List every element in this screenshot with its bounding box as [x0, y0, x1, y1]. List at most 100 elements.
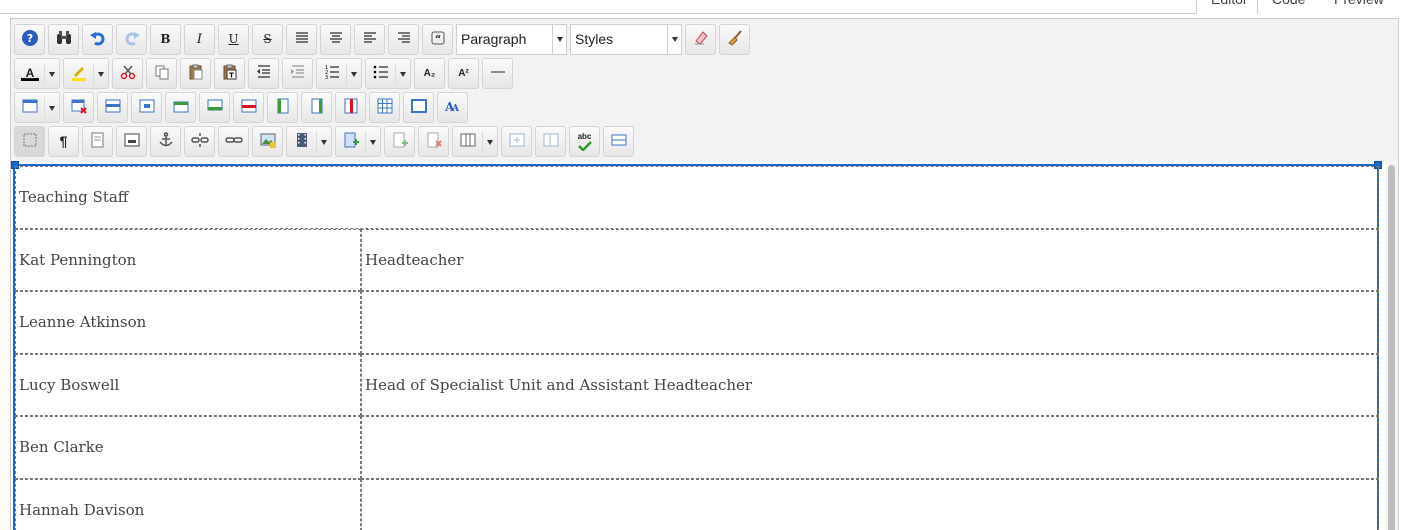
styles-select[interactable]: Styles: [570, 23, 682, 55]
cell-properties-button[interactable]: [131, 91, 162, 123]
insert-template-button[interactable]: [82, 125, 113, 157]
superscript-button[interactable]: A²: [448, 57, 479, 89]
vertical-scrollbar[interactable]: [1385, 161, 1398, 530]
spellcheck-button[interactable]: abc: [569, 125, 600, 157]
copy-button[interactable]: [146, 57, 177, 89]
table-button[interactable]: [14, 91, 60, 123]
columns-button[interactable]: [452, 125, 498, 157]
format-select[interactable]: Paragraph: [456, 23, 567, 55]
table-icon: [21, 97, 39, 118]
staff-role-cell[interactable]: [361, 416, 1379, 479]
align-right-button[interactable]: [388, 23, 419, 55]
help-icon: ?: [21, 29, 39, 50]
copy-icon: [153, 63, 171, 84]
bold-button[interactable]: B: [150, 23, 181, 55]
scrollbar-thumb[interactable]: [1388, 165, 1395, 530]
justify-button[interactable]: [286, 23, 317, 55]
anchor-button[interactable]: [150, 125, 181, 157]
redo-button[interactable]: [116, 23, 147, 55]
align-left-button[interactable]: [354, 23, 385, 55]
subscript-button[interactable]: A₂: [414, 57, 445, 89]
table-header-cell[interactable]: Teaching Staff: [15, 166, 1379, 229]
bulleted-list-button[interactable]: [365, 57, 411, 89]
table-row: Leanne Atkinson: [15, 291, 1379, 354]
italic-button[interactable]: I: [184, 23, 215, 55]
div-container-button[interactable]: [603, 125, 634, 157]
delete-table-button[interactable]: [63, 91, 94, 123]
insert-row-after-button[interactable]: [199, 91, 230, 123]
insert-form-button[interactable]: [116, 125, 147, 157]
blockquote-button[interactable]: “: [422, 23, 453, 55]
insert-page-break-button[interactable]: [384, 125, 415, 157]
insert-row-before-icon: [172, 97, 190, 118]
remove-format-button[interactable]: [685, 23, 716, 55]
insert-document-button[interactable]: [335, 125, 381, 157]
strikethrough-button[interactable]: S: [252, 23, 283, 55]
insert-row-after-icon: [206, 97, 224, 118]
redo-icon: [123, 29, 141, 50]
image-icon: [259, 131, 277, 152]
chevron-down-icon[interactable]: [552, 24, 566, 54]
align-center-button[interactable]: [320, 23, 351, 55]
numbered-list-button[interactable]: 123: [316, 57, 362, 89]
paste-button[interactable]: [180, 57, 211, 89]
show-blocks-button[interactable]: [14, 125, 45, 157]
staff-name-cell[interactable]: Leanne Atkinson: [15, 291, 361, 354]
staff-name-cell[interactable]: Lucy Boswell: [15, 353, 361, 416]
find-button[interactable]: [48, 23, 79, 55]
subscript-icon: A₂: [423, 67, 436, 79]
insert-column-right-button[interactable]: [535, 125, 566, 157]
font-color-button[interactable]: A: [14, 57, 60, 89]
split-cell-button[interactable]: [403, 91, 434, 123]
horizontal-rule-button[interactable]: [482, 57, 513, 89]
staff-role-cell[interactable]: Headteacher: [361, 228, 1379, 291]
table-row: Lucy Boswell Head of Specialist Unit and…: [15, 353, 1379, 416]
delete-column-button[interactable]: [335, 91, 366, 123]
delete-column-icon: [342, 97, 360, 118]
paste-icon: [187, 63, 205, 84]
outdent-button[interactable]: [248, 57, 279, 89]
eraser-icon: [692, 29, 710, 50]
styles-select-value: Styles: [575, 30, 614, 47]
tab-preview[interactable]: Preview: [1320, 0, 1408, 14]
link-button[interactable]: [218, 125, 249, 157]
staff-role-cell[interactable]: [361, 478, 1379, 530]
insert-media-button[interactable]: [286, 125, 332, 157]
insert-row-before-button[interactable]: [165, 91, 196, 123]
cut-button[interactable]: [112, 57, 143, 89]
binoculars-icon: [55, 29, 73, 50]
merge-cells-button[interactable]: [369, 91, 400, 123]
underline-button[interactable]: U: [218, 23, 249, 55]
insert-column-before-button[interactable]: [267, 91, 298, 123]
undo-button[interactable]: [82, 23, 113, 55]
paragraph-marks-button[interactable]: ¶: [48, 125, 79, 157]
staff-role-cell[interactable]: [361, 291, 1379, 354]
tab-editor[interactable]: Editor: [1196, 0, 1258, 14]
paste-text-button[interactable]: T: [214, 57, 245, 89]
insert-column-left-button[interactable]: [501, 125, 532, 157]
align-right-icon: [395, 29, 413, 50]
insert-image-button[interactable]: [252, 125, 283, 157]
align-left-icon: [361, 29, 379, 50]
staff-name-cell[interactable]: Kat Pennington: [15, 228, 361, 291]
staff-name-cell[interactable]: Ben Clarke: [15, 416, 361, 479]
spellcheck-icon: abc: [576, 131, 594, 152]
row-properties-button[interactable]: [97, 91, 128, 123]
highlight-color-button[interactable]: [63, 57, 109, 89]
tab-code[interactable]: Code: [1258, 0, 1320, 14]
unlink-button[interactable]: [184, 125, 215, 157]
delete-page-button[interactable]: [418, 125, 449, 157]
font-size-button[interactable]: AA: [437, 91, 468, 123]
staff-table[interactable]: Teaching Staff Kat Pennington Headteache…: [15, 166, 1379, 530]
staff-name-cell[interactable]: Hannah Davison: [15, 478, 361, 530]
cleanup-button[interactable]: [719, 23, 750, 55]
staff-role-cell[interactable]: Head of Specialist Unit and Assistant He…: [361, 353, 1379, 416]
insert-column-after-button[interactable]: [301, 91, 332, 123]
link-icon: [224, 131, 243, 152]
help-button[interactable]: ?: [14, 23, 45, 55]
spellcheck-label: abc: [577, 131, 592, 141]
delete-row-button[interactable]: [233, 91, 264, 123]
indent-button[interactable]: [282, 57, 313, 89]
editor-content-area[interactable]: Teaching Staff Kat Pennington Headteache…: [11, 161, 1398, 530]
chevron-down-icon[interactable]: [667, 24, 681, 54]
